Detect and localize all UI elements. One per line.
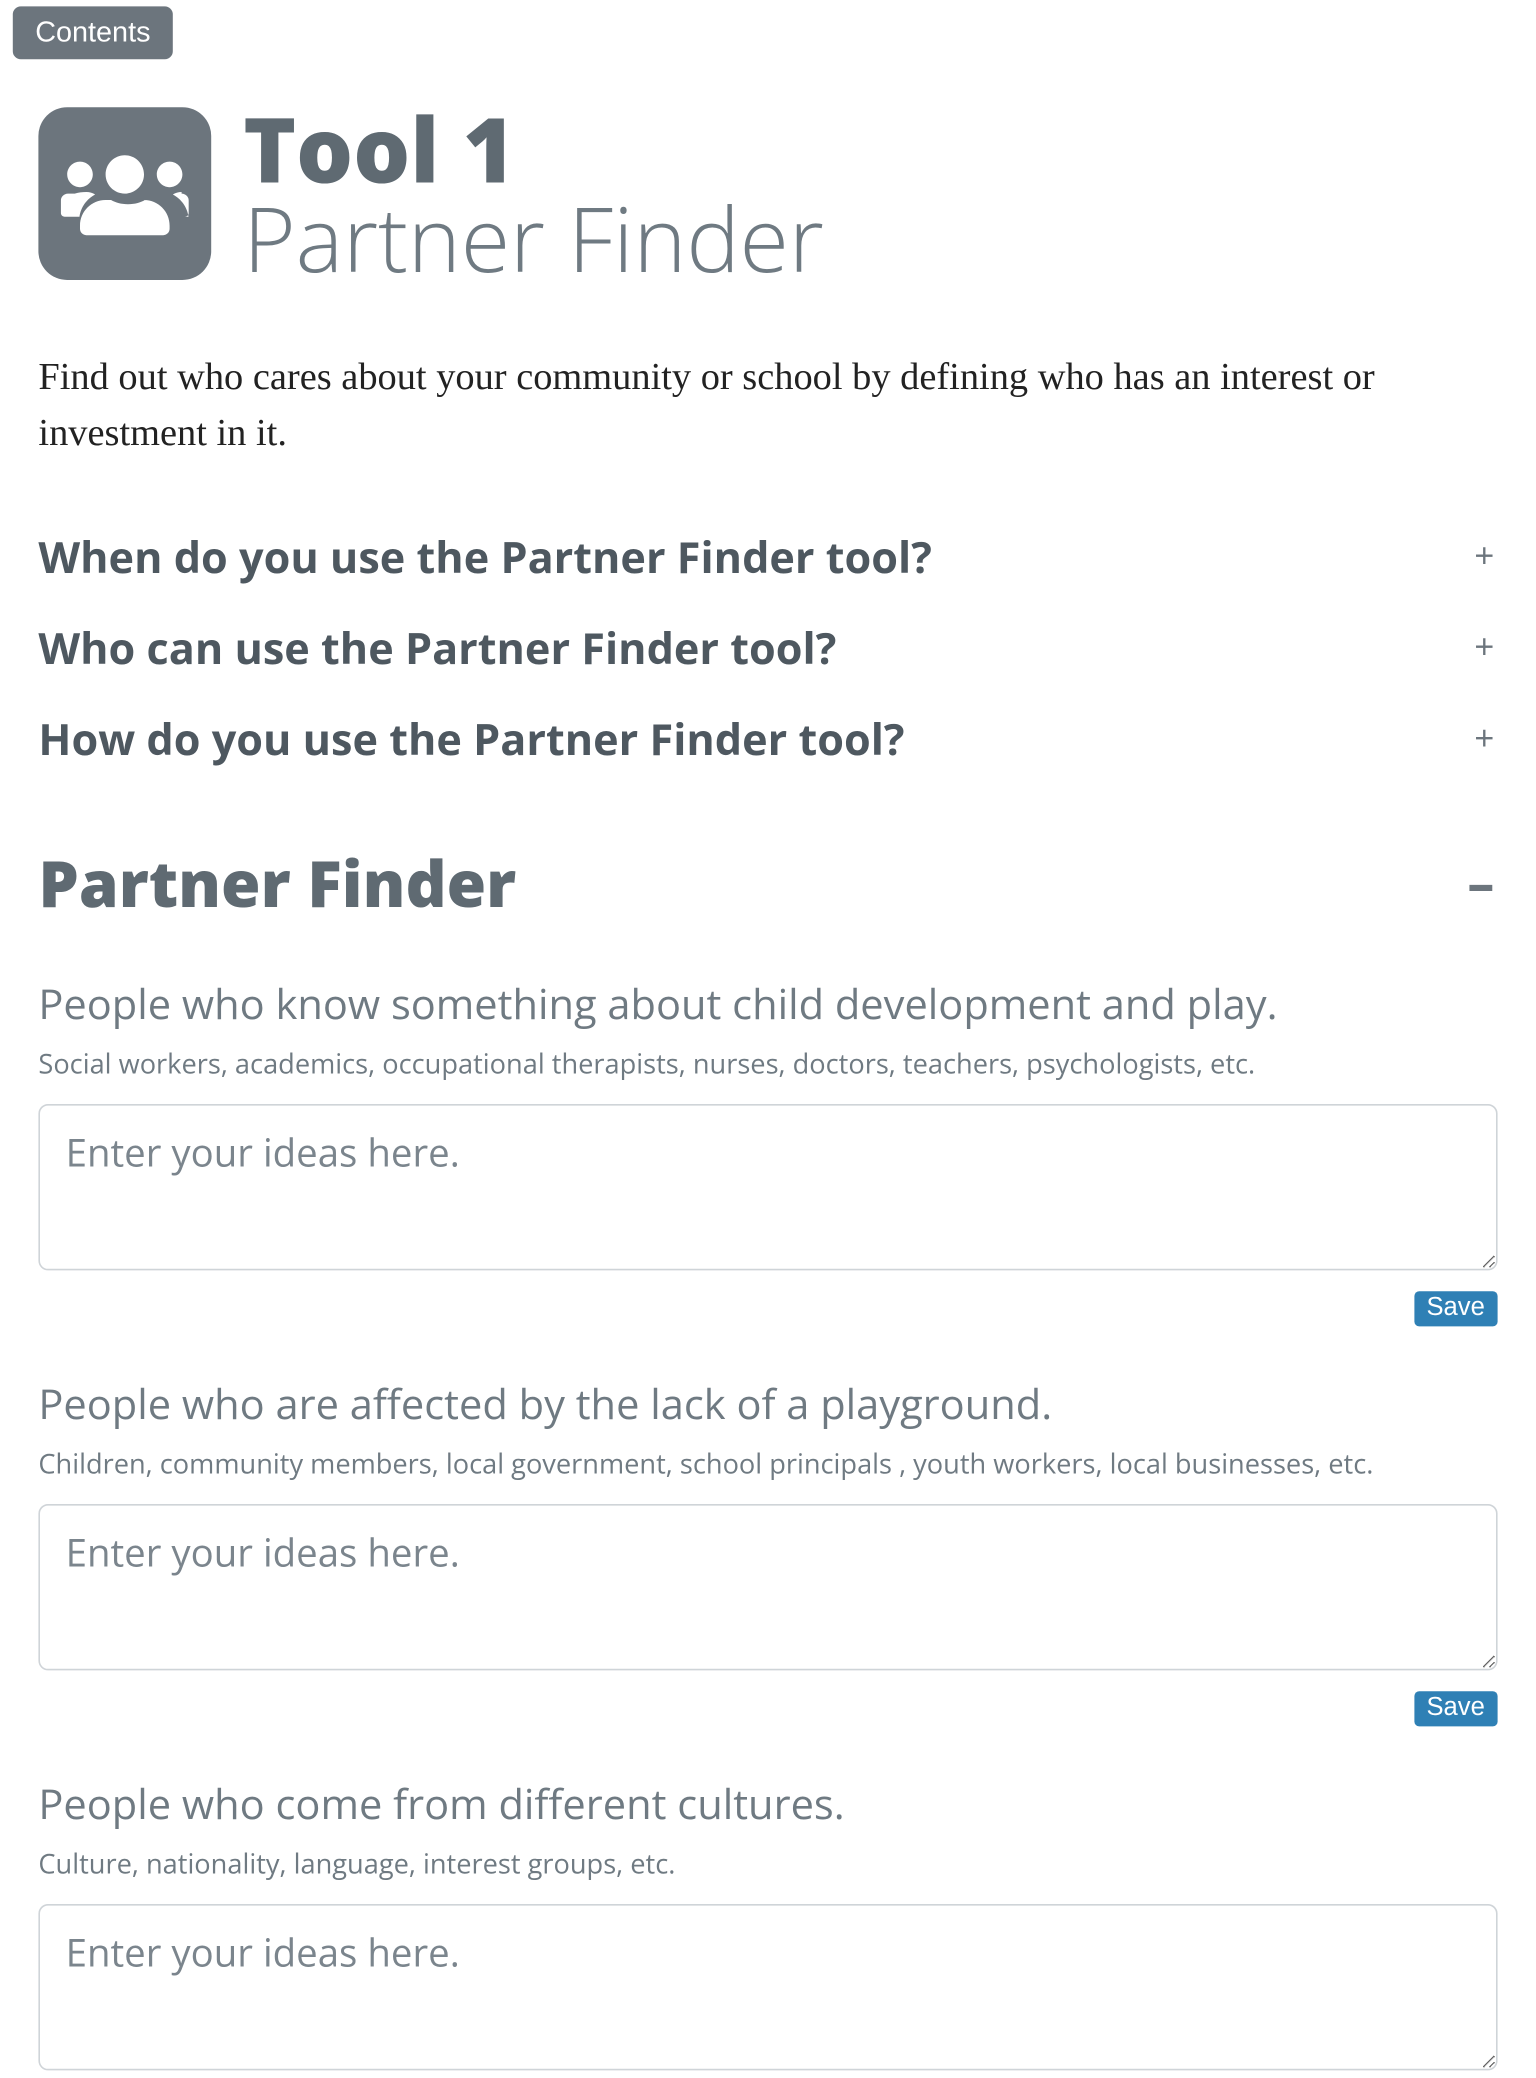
intro-text: Find out who cares about your community … [38,350,1497,461]
users-icon [61,130,189,258]
accordion-title: When do you use the Partner Finder tool? [38,526,931,585]
accordion-title: How do you use the Partner Finder tool? [38,708,904,767]
prompt-affected-by-lack: People who are affected by the lack of a… [38,1374,1497,1726]
prompt-child-development: People who know something about child de… [38,974,1497,1326]
accordion-when[interactable]: When do you use the Partner Finder tool?… [38,510,1497,601]
ideas-input[interactable] [38,1103,1497,1269]
prompt-title: People who know something about child de… [38,974,1497,1032]
save-button[interactable]: Save [1414,1291,1498,1326]
plus-icon: + [1474,714,1497,762]
plus-icon: + [1474,531,1497,579]
section-title: Partner Finder [38,838,516,926]
section-header[interactable]: Partner Finder – [38,838,1497,926]
prompt-different-cultures: People who come from different cultures.… [38,1774,1497,2078]
accordion-who[interactable]: Who can use the Partner Finder tool? + [38,601,1497,692]
prompt-hint: Culture, nationality, language, interest… [38,1844,1497,1881]
contents-button[interactable]: Contents [13,6,173,59]
ideas-input[interactable] [38,1503,1497,1669]
prompt-title: People who come from different cultures. [38,1774,1497,1832]
tool-name: Partner Finder [243,194,824,284]
prompt-title: People who are affected by the lack of a… [38,1374,1497,1432]
minus-icon: – [1467,868,1497,895]
plus-icon: + [1474,623,1497,671]
group-icon [38,107,211,280]
accordion-how[interactable]: How do you use the Partner Finder tool? … [38,692,1497,783]
prompt-hint: Social workers, academics, occupational … [38,1044,1497,1081]
accordion-title: Who can use the Partner Finder tool? [38,617,836,676]
prompt-hint: Children, community members, local gover… [38,1444,1497,1481]
save-button[interactable]: Save [1414,1691,1498,1726]
page-header: Tool 1 Partner Finder [38,104,1497,283]
ideas-input[interactable] [38,1903,1497,2069]
